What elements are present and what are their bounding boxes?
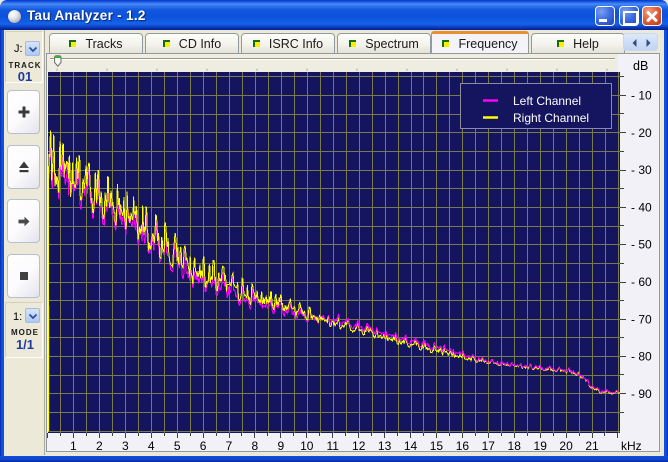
svg-text:- 30: - 30	[631, 163, 652, 177]
svg-text:dB: dB	[633, 59, 648, 73]
svg-text:8: 8	[252, 439, 259, 453]
svg-text:kHz: kHz	[621, 439, 642, 453]
svg-text:7: 7	[226, 439, 233, 453]
svg-text:2: 2	[96, 439, 103, 453]
svg-text:13: 13	[378, 439, 392, 453]
svg-text:20: 20	[559, 439, 573, 453]
svg-text:Right Channel: Right Channel	[513, 111, 589, 125]
svg-text:- 60: - 60	[631, 275, 652, 289]
svg-text:Left Channel: Left Channel	[513, 94, 581, 108]
svg-text:- 80: - 80	[631, 350, 652, 364]
svg-text:21: 21	[585, 439, 599, 453]
svg-text:14: 14	[404, 439, 418, 453]
svg-text:10: 10	[300, 439, 314, 453]
svg-text:- 90: - 90	[631, 387, 652, 401]
svg-text:- 40: - 40	[631, 200, 652, 214]
svg-text:17: 17	[482, 439, 496, 453]
svg-text:1: 1	[70, 439, 77, 453]
svg-text:4: 4	[148, 439, 155, 453]
svg-text:6: 6	[200, 439, 207, 453]
svg-text:11: 11	[326, 439, 339, 453]
svg-text:12: 12	[352, 439, 366, 453]
svg-text:9: 9	[278, 439, 285, 453]
svg-text:3: 3	[122, 439, 129, 453]
svg-text:18: 18	[508, 439, 522, 453]
svg-text:19: 19	[534, 439, 548, 453]
svg-text:16: 16	[456, 439, 470, 453]
svg-text:- 70: - 70	[631, 312, 652, 326]
svg-text:5: 5	[174, 439, 181, 453]
svg-text:- 50: - 50	[631, 238, 652, 252]
svg-text:15: 15	[430, 439, 444, 453]
svg-text:- 10: - 10	[631, 89, 652, 103]
svg-text:- 20: - 20	[631, 126, 652, 140]
